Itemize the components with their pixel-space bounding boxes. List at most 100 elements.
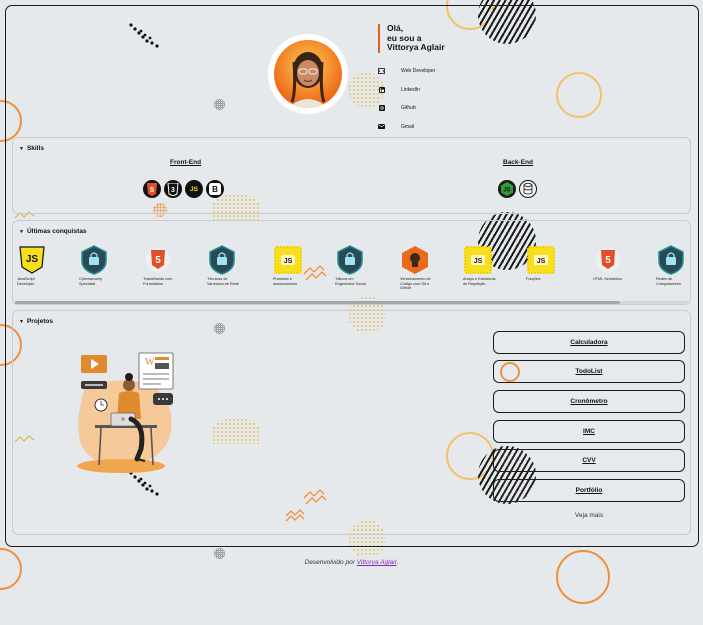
backend-title: Back-End [503, 159, 533, 166]
achievement-item[interactable]: JS Arrays e Estruturas de Repetição [463, 245, 497, 286]
skills-title[interactable]: ▼ Skills [19, 145, 44, 152]
code-icon [378, 68, 385, 75]
contact-linkedin[interactable]: LinkedIn [378, 81, 435, 100]
project-calculadora-button[interactable]: Calculadora [493, 331, 685, 354]
decor-ring [0, 548, 22, 590]
svg-text:3: 3 [171, 187, 175, 194]
achievement-label: HTML Semântico [593, 277, 623, 281]
contact-list: Web Developer LinkedIn Github Gmail [378, 62, 435, 136]
achievement-label: JavaScript Developer [17, 277, 35, 286]
achievement-label: Táticos em Engenharia Social [335, 277, 366, 286]
achievement-label: Promises e assincronismo [273, 277, 298, 286]
disclosure-triangle-icon: ▼ [19, 229, 24, 235]
achievement-label: Trabalhando com Formulários [143, 277, 173, 286]
html5-icon: 5 [143, 180, 161, 198]
section-title-text: Projetos [26, 318, 53, 325]
svg-text:JS: JS [284, 258, 293, 265]
achievements-section: ▼ Últimas conquistas JS JavaScript Develop… [12, 220, 691, 305]
contact-gmail[interactable]: Gmail [378, 118, 435, 137]
svg-text:JS: JS [474, 258, 483, 265]
see-more-link[interactable]: Veja mais [493, 512, 685, 519]
achievement-badge-icon: JS [273, 245, 303, 275]
contact-label: Github [401, 105, 416, 112]
achievement-badge-icon: JS [17, 245, 47, 275]
achievement-item[interactable]: 5 Trabalhando com Formulários [143, 245, 177, 286]
contact-label: LinkedIn [401, 86, 420, 93]
profile-photo [268, 34, 348, 114]
mail-icon [378, 123, 385, 130]
achievement-badge-icon: 5 [143, 245, 173, 275]
footer-author-link[interactable]: Vittorya Aglair [357, 559, 397, 566]
achievement-label: Técnicas de Varredura de Rede [207, 277, 240, 286]
achievement-item[interactable]: Versionamento de Código com Git e Github [400, 245, 434, 291]
project-imc-button[interactable]: IMC [493, 420, 685, 443]
footer: Desenvolvido por Vittorya Aglair. [0, 559, 703, 566]
achievements-carousel[interactable]: JS JavaScript Developer Cybersecurity Spec… [13, 245, 692, 297]
achievement-item[interactable]: Táticos em Engenharia Social [335, 245, 369, 286]
section-title-text: Últimas conquistas [26, 228, 87, 235]
contact-github[interactable]: Github [378, 99, 435, 118]
greeting: Olá, eu sou a Vittorya Aglair [378, 23, 445, 53]
achievements-title[interactable]: ▼ Últimas conquistas [19, 228, 87, 235]
achievement-badge-icon: JS [463, 245, 493, 275]
nodejs-icon: JS [498, 180, 516, 198]
project-todolist-button[interactable]: TodoList [493, 360, 685, 383]
achievement-label: Versionamento de Código com Git e Github [400, 277, 431, 290]
scrollbar-thumb[interactable] [15, 301, 620, 304]
achievement-badge-icon [656, 245, 686, 275]
achievement-badge-icon: JS [526, 245, 556, 275]
backend-skill-icons: JS [498, 180, 537, 198]
achievements-scrollbar[interactable] [15, 301, 690, 304]
achievement-item[interactable]: JS Funções [526, 245, 560, 282]
skills-section: ▼ Skills Front-End 5 3 JS B Back-End JS [12, 137, 691, 214]
section-title-text: Skills [26, 145, 44, 152]
contact-label: Gmail [401, 123, 415, 130]
achievement-item[interactable]: 5 HTML Semântico [593, 245, 627, 282]
project-portfolio-button[interactable]: Portfólio [493, 479, 685, 502]
projects-section: ▼ Projetos W Calculadora TodoList Cronôme… [12, 310, 691, 535]
achievement-badge-icon [400, 245, 430, 275]
svg-text:JS: JS [503, 188, 510, 194]
svg-text:B: B [212, 185, 218, 194]
achievement-label: Redes de Computadores [656, 277, 681, 286]
github-icon [378, 105, 385, 112]
disclosure-triangle-icon: ▼ [19, 146, 24, 152]
achievement-item[interactable]: Técnicas de Varredura de Rede [207, 245, 241, 286]
contact-label: Web Developer [401, 68, 436, 75]
achievement-label: Funções [526, 277, 541, 281]
disclosure-triangle-icon: ▼ [19, 319, 24, 325]
achievement-badge-icon [335, 245, 365, 275]
svg-text:5: 5 [150, 187, 154, 194]
achievement-label: Cybersecurity Specialist [79, 277, 103, 286]
achievement-item[interactable]: Cybersecurity Specialist [79, 245, 113, 286]
database-icon [519, 180, 537, 198]
achievement-item[interactable]: Redes de Computadores [656, 245, 690, 286]
linkedin-icon [378, 86, 385, 93]
svg-text:JS: JS [537, 258, 546, 265]
svg-text:5: 5 [605, 255, 611, 266]
projects-title[interactable]: ▼ Projetos [19, 318, 53, 325]
frontend-title: Front-End [170, 159, 202, 166]
developer-illustration: W [77, 352, 174, 473]
css3-icon: 3 [164, 180, 182, 198]
decor-grid-circle [214, 548, 225, 559]
profile-portrait [288, 52, 328, 108]
footer-suffix: . [396, 559, 399, 566]
svg-text:W: W [145, 357, 155, 368]
achievement-item[interactable]: JS Promises e assincronismo [273, 245, 307, 286]
svg-text:JS: JS [26, 254, 39, 265]
achievement-badge-icon: 5 [593, 245, 623, 275]
hero-name: Vittorya Aglair [387, 42, 445, 52]
svg-text:5: 5 [155, 255, 161, 266]
achievement-item[interactable]: JS JavaScript Developer [17, 245, 51, 286]
project-cronometro-button[interactable]: Cronômetro [493, 390, 685, 413]
contact-web-developer[interactable]: Web Developer [378, 62, 435, 81]
achievement-label: Arrays e Estruturas de Repetição [463, 277, 496, 286]
bootstrap-icon: B [206, 180, 224, 198]
achievement-badge-icon [207, 245, 237, 275]
project-cvv-button[interactable]: CVV [493, 449, 685, 472]
frontend-skill-icons: 5 3 JS B [143, 180, 224, 198]
javascript-icon: JS [185, 180, 203, 198]
footer-prefix: Desenvolvido por [304, 559, 355, 566]
achievement-badge-icon [79, 245, 109, 275]
